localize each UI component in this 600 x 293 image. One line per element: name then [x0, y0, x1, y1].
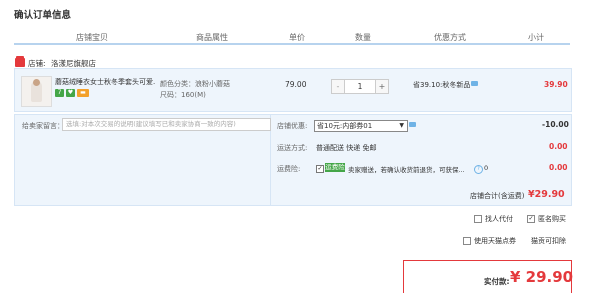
item-subtotal: 39.90	[544, 80, 568, 89]
unit-price: 79.00	[285, 80, 307, 89]
shop-icon	[15, 56, 25, 67]
points-info: 猫贡可扣除	[531, 237, 566, 245]
insurance-count: 0	[484, 164, 489, 172]
header-divider	[14, 43, 570, 45]
insurance-value: 0.00	[549, 163, 568, 172]
col-header-item: 店铺宝贝	[76, 33, 108, 42]
col-header-attr: 商品属性	[196, 33, 228, 42]
product-name-link[interactable]: 蘑菇绒睡衣女士秋冬季套头可爱...	[55, 77, 155, 87]
attr-size: 尺码：160(M)	[160, 91, 206, 99]
insurance-tag: 运费险	[325, 163, 345, 172]
payment-label: 实付款:	[484, 277, 510, 286]
tmall-points-label: 使用天猫点券	[474, 237, 516, 245]
discount-value: -10.00	[542, 120, 569, 129]
col-header-qty: 数量	[355, 33, 371, 42]
seller-message-input[interactable]: 选填:对本次交易的说明(建议填写已和卖家协商一致的内容)	[62, 118, 271, 131]
panel-bottom-divider	[14, 205, 570, 206]
pay-for-me-checkbox[interactable]	[474, 215, 482, 223]
insurance-label: 运费险:	[277, 165, 301, 173]
page-title: 确认订单信息	[14, 10, 72, 21]
attr-color: 颜色分类：浪粉小蘑菇	[160, 80, 230, 88]
badge-card-icon: ▬	[77, 89, 89, 97]
shipping-method: 普通配送 快递 免邮	[316, 144, 377, 152]
discount-select[interactable]: 省10元:内部券01 ▼	[314, 120, 408, 132]
insurance-checkbox[interactable]: ✓	[316, 165, 324, 173]
chat-icon[interactable]	[471, 81, 478, 86]
discount-label: 店铺优惠:	[277, 122, 308, 130]
qty-input[interactable]: 1	[344, 79, 376, 94]
shipping-value: 0.00	[549, 142, 568, 151]
payment-value: ¥ 29.90	[510, 268, 574, 286]
discount-selected: 省10元:内部券01	[317, 122, 373, 130]
promo-text: 省39.10:秋冬新品	[413, 81, 471, 89]
shipping-label: 运送方式:	[277, 144, 308, 152]
store-total-value: ¥29.90	[528, 189, 565, 200]
message-label: 给卖家留言：	[22, 122, 64, 130]
insurance-text: 卖家赠送，若确认收货前退货，可获保...	[348, 166, 465, 174]
chat-icon[interactable]	[409, 122, 416, 127]
badge-heart-icon: ♥	[66, 89, 75, 97]
col-header-promo: 优惠方式	[434, 33, 466, 42]
col-header-subtotal: 小计	[528, 33, 544, 42]
order-item-row	[14, 68, 572, 112]
tmall-points-checkbox[interactable]	[463, 237, 471, 245]
pay-for-me-label: 找人代付	[485, 215, 513, 223]
col-header-price: 单价	[289, 33, 305, 42]
store-total-label: 店铺合计(含运费)	[470, 192, 525, 200]
anonymous-label: 匿名购买	[538, 215, 566, 223]
product-thumbnail[interactable]	[21, 76, 52, 107]
chevron-down-icon: ▼	[399, 122, 404, 129]
anonymous-checkbox[interactable]: ✓	[527, 215, 535, 223]
qty-increase-button[interactable]: +	[375, 79, 389, 94]
help-icon[interactable]: ?	[474, 165, 483, 174]
qty-decrease-button[interactable]: -	[331, 79, 345, 94]
badge-7day-icon: 7	[55, 89, 64, 97]
